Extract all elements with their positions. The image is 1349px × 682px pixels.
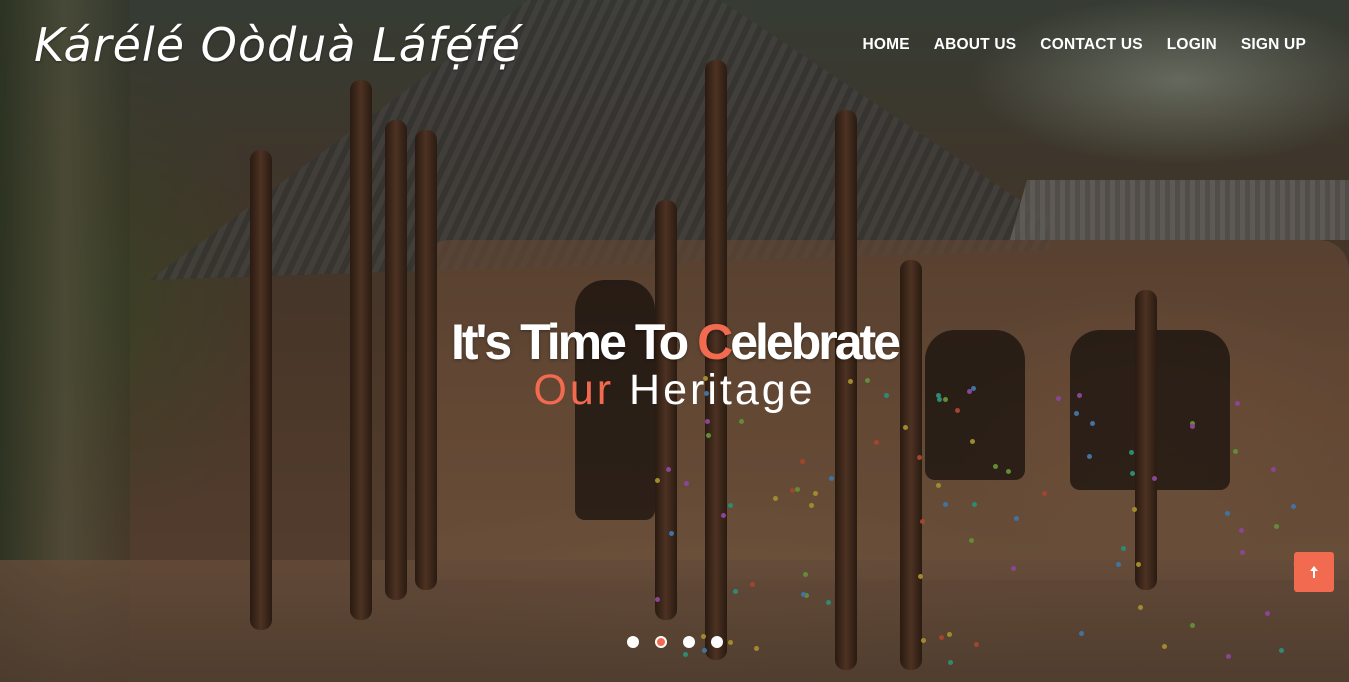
arrow-up-icon bbox=[1310, 566, 1318, 578]
carousel-dot-1[interactable] bbox=[627, 636, 639, 648]
nav-item-contact-us[interactable]: CONTACT US bbox=[1040, 36, 1142, 54]
headline-accent-letter: C bbox=[697, 314, 733, 370]
subheadline-text: Heritage bbox=[614, 366, 816, 414]
carousel-indicators bbox=[627, 636, 723, 648]
nav-item-sign-up[interactable]: SIGN UP bbox=[1241, 36, 1306, 54]
nav-item-home[interactable]: HOME bbox=[862, 36, 909, 54]
headline-text-end: elebrate bbox=[730, 314, 901, 370]
carousel-dot-3[interactable] bbox=[683, 636, 695, 648]
carousel-dot-2[interactable] bbox=[655, 636, 667, 648]
carousel-dot-4[interactable] bbox=[711, 636, 723, 648]
nav-item-about-us[interactable]: ABOUT US bbox=[934, 36, 1017, 54]
headline-text: It's Time To bbox=[451, 314, 698, 370]
hero-headline: It's Time To Celebrate bbox=[0, 312, 1349, 372]
nav-item-login[interactable]: LOGIN bbox=[1167, 36, 1217, 54]
main-nav: HOME ABOUT US CONTACT US LOGIN SIGN UP bbox=[862, 36, 1306, 54]
hero-subheadline: Our Heritage bbox=[0, 364, 1349, 416]
scroll-to-top-button[interactable] bbox=[1294, 552, 1334, 592]
site-logo[interactable]: Kárélé Oòduà Láfẹ́fẹ́ bbox=[34, 18, 521, 72]
subheadline-accent: Our bbox=[533, 366, 615, 414]
